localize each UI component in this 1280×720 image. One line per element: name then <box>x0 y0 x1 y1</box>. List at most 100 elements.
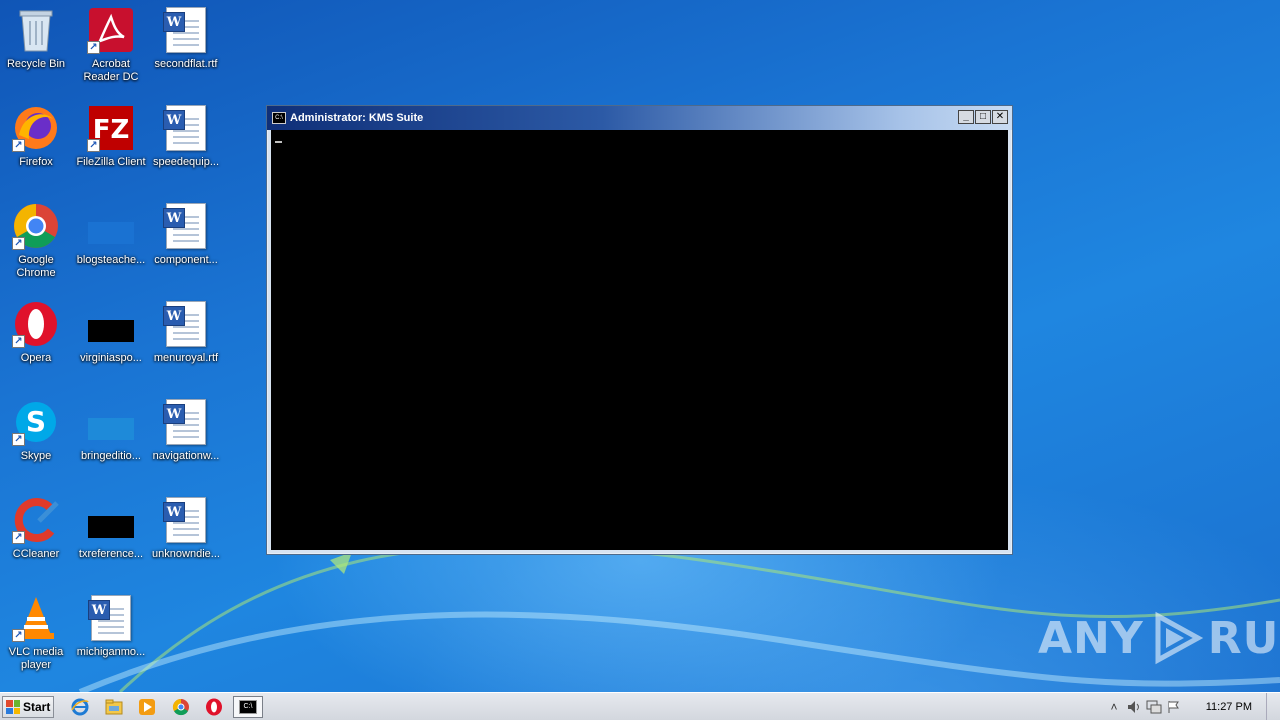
desktop-icon-michiganmo[interactable]: W michiganmo... <box>73 594 149 684</box>
desktop-icon-label: CCleaner <box>12 548 60 560</box>
chrome-icon[interactable] <box>171 697 191 717</box>
desktop-icon-label: speedequip... <box>152 156 220 168</box>
explorer-icon[interactable] <box>104 697 124 717</box>
desktop-icon-virginiaspo[interactable]: virginiaspo... <box>73 300 149 390</box>
desktop-icon-component[interactable]: W component... <box>148 202 224 292</box>
console-screen[interactable] <box>271 130 1008 550</box>
desktop-icon-acrobat[interactable]: ↗ Acrobat Reader DC <box>73 6 149 96</box>
play-icon <box>1155 611 1203 665</box>
maximize-button[interactable]: □ <box>975 110 991 124</box>
desktop-icon-label: secondflat.rtf <box>154 58 218 70</box>
media-player-icon[interactable] <box>137 697 157 717</box>
console-titlebar[interactable]: C:\ Administrator: KMS Suite _ □ ✕ <box>267 106 1012 130</box>
opera-icon: ↗ <box>12 300 60 348</box>
start-label: Start <box>23 700 51 714</box>
vlc-icon: ↗ <box>12 594 60 642</box>
desktop-icon-txreference[interactable]: txreference... <box>73 496 149 586</box>
opera-icon[interactable] <box>204 697 224 717</box>
desktop-icon-label: michiganmo... <box>76 646 146 658</box>
svg-text:S: S <box>26 405 46 438</box>
firefox-icon: ↗ <box>12 104 60 152</box>
watermark-left: ANY <box>1038 612 1144 664</box>
desktop-icon-label: Acrobat Reader DC <box>83 58 139 83</box>
filezilla-icon: FZ ↗ <box>87 104 135 152</box>
desktop-icon-blogsteache[interactable]: blogsteache... <box>73 202 149 292</box>
desktop-icon-label: navigationw... <box>152 450 220 462</box>
desktop-icon-recycle-bin[interactable]: Recycle Bin <box>0 6 74 96</box>
desktop-icon-ccleaner[interactable]: ↗ CCleaner <box>0 496 74 586</box>
anyrun-watermark: ANY RUN <box>1038 610 1280 666</box>
desktop-icon-label: VLC media player <box>8 646 64 671</box>
windows-logo-icon <box>6 700 20 714</box>
desktop-icon-speedequip[interactable]: W speedequip... <box>148 104 224 194</box>
desktop-icon-opera[interactable]: ↗ Opera <box>0 300 74 390</box>
cmd-icon: C:\ <box>239 700 257 714</box>
minimize-button[interactable]: _ <box>958 110 974 124</box>
console-title: Administrator: KMS Suite <box>290 112 424 124</box>
desktop-icon-filezilla[interactable]: FZ ↗ FileZilla Client <box>73 104 149 194</box>
desktop-icon-label: FileZilla Client <box>76 156 146 168</box>
desktop-icon-menuroyal[interactable]: W menuroyal.rtf <box>148 300 224 390</box>
word-doc-icon: W <box>162 202 210 250</box>
desktop-icon-label: Recycle Bin <box>6 58 66 70</box>
file-thumb-icon <box>87 300 135 348</box>
word-doc-icon: W <box>162 496 210 544</box>
cmd-icon: C:\ <box>272 112 286 124</box>
word-doc-icon: W <box>162 398 210 446</box>
desktop-icon-label: unknowndie... <box>152 548 220 560</box>
desktop-icon-label: Firefox <box>19 156 53 168</box>
desktop-icon-bringeditio[interactable]: bringeditio... <box>73 398 149 488</box>
desktop-icon-label: Opera <box>20 352 52 364</box>
word-doc-icon: W <box>162 300 210 348</box>
desktop-icon-label: bringeditio... <box>81 450 141 462</box>
recycle-bin-icon <box>12 6 60 54</box>
network-icon[interactable] <box>1144 698 1164 716</box>
desktop-icon-unknowndie[interactable]: W unknowndie... <box>148 496 224 586</box>
desktop-icon-google-chrome[interactable]: ↗ Google Chrome <box>0 202 74 292</box>
taskbar-clock[interactable]: 11:27 PM <box>1206 701 1252 713</box>
desktop-icon-label: Skype <box>20 450 52 462</box>
word-doc-icon: W <box>162 104 210 152</box>
desktop-icon-firefox[interactable]: ↗ Firefox <box>0 104 74 194</box>
desktop-icon-label: blogsteache... <box>76 254 146 266</box>
volume-icon[interactable] <box>1124 698 1144 716</box>
close-button[interactable]: ✕ <box>992 110 1008 124</box>
shortcut-arrow-icon: ↗ <box>12 335 25 348</box>
ie-icon[interactable] <box>70 697 90 717</box>
desktop-icon-label: virginiaspo... <box>80 352 142 364</box>
file-thumb-icon <box>87 202 135 250</box>
desktop-icon-navigationw[interactable]: W navigationw... <box>148 398 224 488</box>
word-doc-icon: W <box>162 6 210 54</box>
system-tray: ˄ <box>1104 693 1280 720</box>
action-center-flag-icon[interactable] <box>1164 698 1184 716</box>
tray-chevron-icon[interactable]: ˄ <box>1104 698 1124 716</box>
desktop-icon-label: component... <box>154 254 218 266</box>
acrobat-icon: ↗ <box>87 6 135 54</box>
console-window[interactable]: C:\ Administrator: KMS Suite _ □ ✕ <box>266 105 1013 555</box>
watermark-right: RUN <box>1207 612 1280 664</box>
desktop-icon-label: txreference... <box>78 548 144 560</box>
shortcut-arrow-icon: ↗ <box>87 41 100 54</box>
shortcut-arrow-icon: ↗ <box>12 237 25 250</box>
shortcut-arrow-icon: ↗ <box>12 629 25 642</box>
shortcut-arrow-icon: ↗ <box>12 139 25 152</box>
word-doc-icon: W <box>87 594 135 642</box>
taskbar: Start C:\ ˄ 11:27 PM <box>0 692 1280 720</box>
ccleaner-icon: ↗ <box>12 496 60 544</box>
desktop-icon-label: menuroyal.rtf <box>153 352 219 364</box>
shortcut-arrow-icon: ↗ <box>12 433 25 446</box>
desktop-icon-secondflat[interactable]: W secondflat.rtf <box>148 6 224 96</box>
file-thumb-icon <box>87 398 135 446</box>
desktop: Recycle Bin ↗ Firefox ↗ Google Chrome ↗ … <box>0 0 1280 692</box>
taskbar-console-button[interactable]: C:\ <box>233 696 263 718</box>
desktop-icon-skype[interactable]: S ↗ Skype <box>0 398 74 488</box>
chrome-icon: ↗ <box>12 202 60 250</box>
desktop-icon-vlc[interactable]: ↗ VLC media player <box>0 594 74 684</box>
shortcut-arrow-icon: ↗ <box>87 139 100 152</box>
shortcut-arrow-icon: ↗ <box>12 531 25 544</box>
show-desktop-button[interactable] <box>1266 693 1280 720</box>
text-cursor <box>275 141 282 143</box>
skype-icon: S ↗ <box>12 398 60 446</box>
desktop-icon-label: Google Chrome <box>16 254 56 279</box>
start-button[interactable]: Start <box>2 696 54 718</box>
